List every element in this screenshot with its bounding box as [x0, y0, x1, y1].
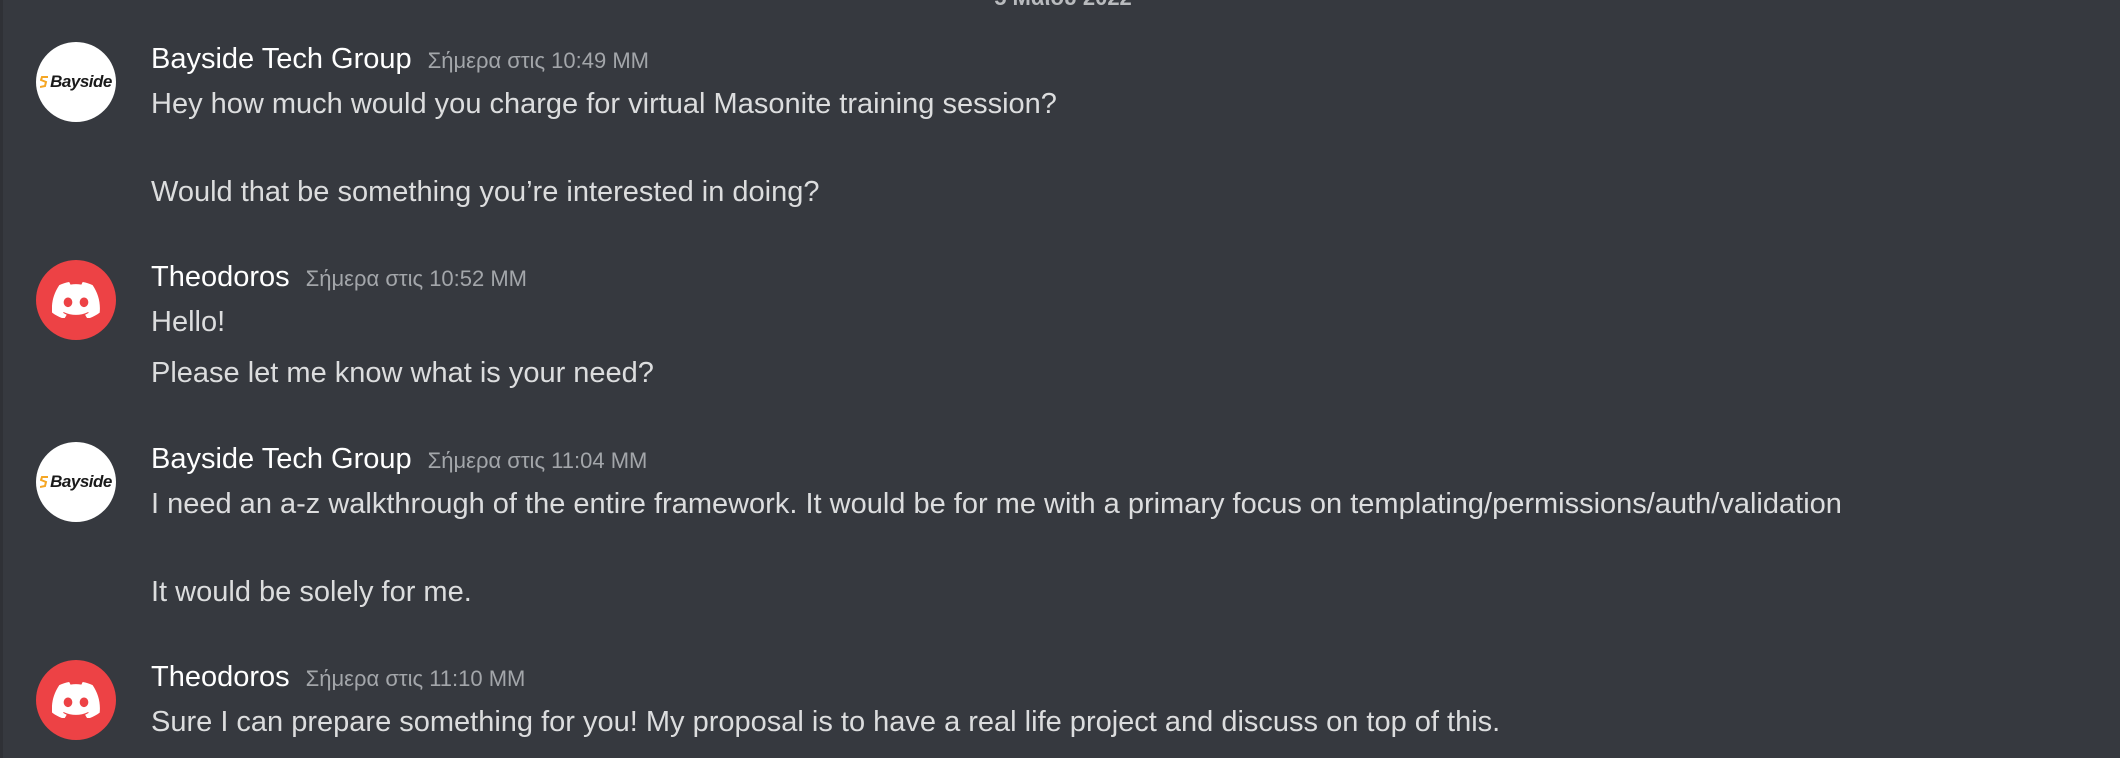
- discord-logo-icon: [52, 682, 100, 718]
- message-header: Theodoros Σήμερα στις 11:10 ΜΜ: [151, 660, 525, 694]
- username[interactable]: Bayside Tech Group: [151, 442, 412, 476]
- message-text: Hey how much would you charge for virtua…: [151, 88, 1057, 120]
- message-header: Theodoros Σήμερα στις 10:52 ΜΜ: [151, 260, 527, 294]
- avatar[interactable]: Bayside: [36, 442, 116, 522]
- message-text: Would that be something you’re intereste…: [151, 176, 820, 208]
- date-divider: 5 Μαΐου 2022: [3, 0, 2120, 12]
- avatar[interactable]: [36, 660, 116, 740]
- timestamp[interactable]: Σήμερα στις 10:49 ΜΜ: [428, 47, 649, 75]
- username[interactable]: Theodoros: [151, 660, 290, 694]
- timestamp[interactable]: Σήμερα στις 11:10 ΜΜ: [306, 665, 526, 693]
- message-text: It would be solely for me.: [151, 576, 472, 608]
- avatar[interactable]: Bayside: [36, 42, 116, 122]
- message-header: Bayside Tech Group Σήμερα στις 11:04 ΜΜ: [151, 442, 647, 476]
- message-text: I need an a-z walkthrough of the entire …: [151, 488, 1842, 520]
- discord-logo-icon: [52, 282, 100, 318]
- message-text: Hello!: [151, 306, 226, 338]
- chat-message-list[interactable]: 5 Μαΐου 2022 Bayside Bayside Tech Group …: [0, 0, 2120, 758]
- message-text: Sure I can prepare something for you! My…: [151, 706, 1501, 738]
- username[interactable]: Theodoros: [151, 260, 290, 294]
- message-text: Please let me know what is your need?: [151, 357, 654, 389]
- message-header: Bayside Tech Group Σήμερα στις 10:49 ΜΜ: [151, 42, 649, 76]
- bayside-logo-icon: Bayside: [40, 472, 112, 492]
- timestamp[interactable]: Σήμερα στις 10:52 ΜΜ: [306, 265, 527, 293]
- timestamp[interactable]: Σήμερα στις 11:04 ΜΜ: [428, 447, 648, 475]
- avatar[interactable]: [36, 260, 116, 340]
- username[interactable]: Bayside Tech Group: [151, 42, 412, 76]
- bayside-logo-icon: Bayside: [40, 72, 112, 92]
